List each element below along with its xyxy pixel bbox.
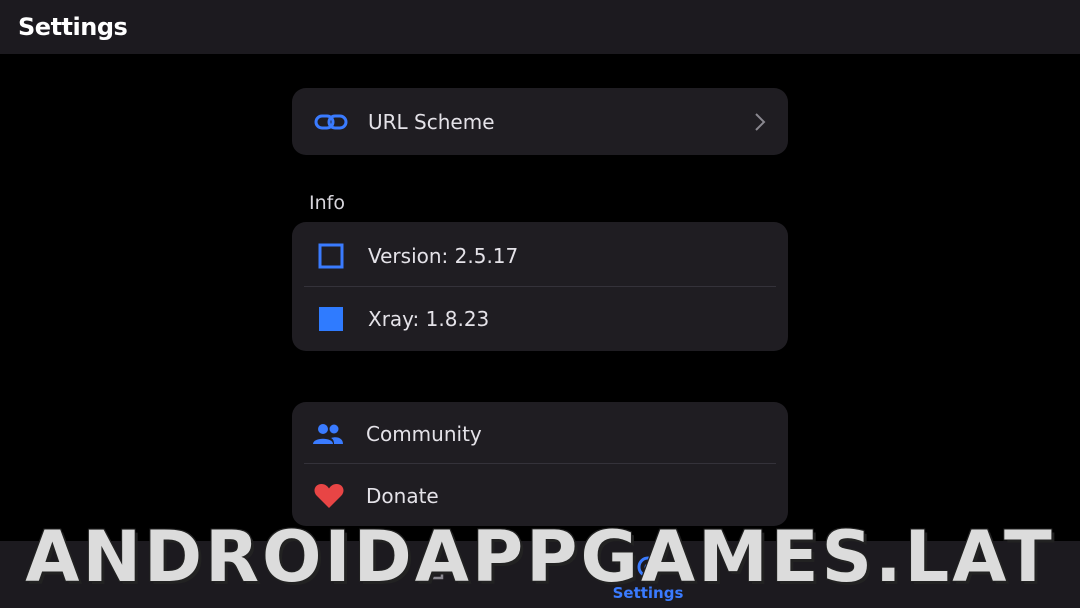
community-row[interactable]: Community	[292, 402, 788, 466]
top-app-bar: Settings	[0, 0, 1080, 54]
url-scheme-card[interactable]: URL Scheme	[292, 88, 788, 155]
people-icon	[312, 422, 344, 446]
xray-label: Xray: 1.8.23	[368, 307, 490, 331]
heart-icon	[314, 483, 344, 509]
xray-row[interactable]: Xray: 1.8.23	[292, 287, 788, 351]
square-outline-icon	[318, 243, 344, 269]
donate-label: Donate	[366, 484, 439, 508]
square-filled-icon	[318, 306, 344, 332]
url-scheme-label: URL Scheme	[368, 110, 495, 134]
version-row[interactable]: Version: 2.5.17	[292, 224, 788, 288]
chevron-right-icon	[754, 112, 766, 132]
page-title: Settings	[18, 13, 128, 41]
links-card: Community Donate	[292, 402, 788, 526]
info-section-title: Info	[309, 192, 345, 214]
watermark: ANDROIDAPPGAMES.LAT	[25, 516, 1055, 598]
info-card: Version: 2.5.17 Xray: 1.8.23	[292, 222, 788, 351]
community-label: Community	[366, 422, 482, 446]
url-scheme-row[interactable]: URL Scheme	[292, 90, 788, 154]
version-label: Version: 2.5.17	[368, 244, 519, 268]
link-icon	[314, 112, 348, 132]
